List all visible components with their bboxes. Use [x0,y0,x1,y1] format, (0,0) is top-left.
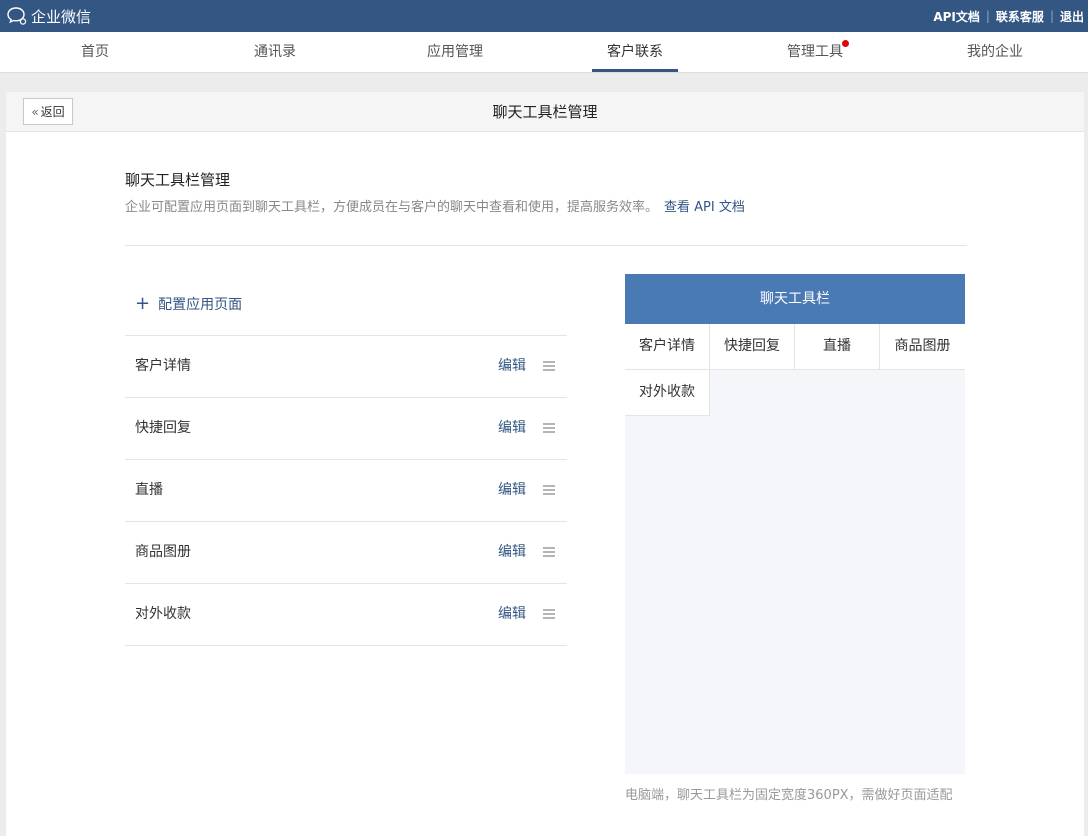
list-item-name: 快捷回复 [135,420,191,436]
main-nav: 首页 通讯录 应用管理 客户联系 管理工具 我的企业 [0,32,1088,73]
back-button-label: 返回 [40,105,65,119]
preview-cell[interactable]: 商品图册 [880,324,965,370]
wecom-logo-icon [7,7,27,25]
page-title: 聊天工具栏管理 [492,103,598,121]
toolbar-item-list: 客户详情 编辑 快捷回复 编辑 直播 编辑 商品图册 编辑 对外收款 编辑 [125,335,567,646]
edit-button[interactable]: 编辑 [498,336,526,396]
top-bar: 企业微信 API文档 | 联系客服 | 退出 [0,0,1088,32]
add-app-page-button[interactable]: + 配置应用页面 [135,292,242,316]
plus-icon: + [135,293,151,314]
notification-dot [842,40,849,47]
edit-button[interactable]: 编辑 [498,398,526,458]
preview-cell[interactable]: 直播 [795,324,880,370]
api-doc-link[interactable]: 查看 API 文档 [664,200,745,215]
add-app-page-label: 配置应用页面 [158,297,243,313]
section-description: 企业可配置应用页面到聊天工具栏，方便成员在与客户的聊天中查看和使用，提高服务效率… [125,196,745,215]
nav-app-management[interactable]: 应用管理 [365,32,545,72]
nav-my-enterprise[interactable]: 我的企业 [905,32,1085,72]
panel-header: 聊天工具栏管理 « 返回 [6,92,1084,132]
edit-button[interactable]: 编辑 [498,584,526,644]
double-chevron-left-icon: « [31,104,39,119]
link-separator: | [1049,9,1054,23]
drag-handle-icon[interactable] [543,609,555,619]
list-item-name: 对外收款 [135,606,191,622]
list-item: 商品图册 编辑 [125,522,567,584]
list-item-name: 客户详情 [135,358,191,374]
logout-link[interactable]: 退出 [1060,8,1084,25]
preview-cell[interactable]: 客户详情 [625,324,710,370]
preview-note: 电脑端，聊天工具栏为固定宽度360PX，需做好页面适配 [625,788,953,803]
nav-management-tools-label: 管理工具 [787,44,843,60]
list-item-name: 商品图册 [135,544,191,560]
list-item: 快捷回复 编辑 [125,398,567,460]
api-docs-link[interactable]: API文档 [933,8,980,25]
top-links: API文档 | 联系客服 | 退出 [933,0,1084,32]
preview-cell[interactable]: 快捷回复 [710,324,795,370]
toolbar-preview: 聊天工具栏 客户详情 快捷回复 直播 商品图册 对外收款 [625,274,965,774]
brand-logo[interactable]: 企业微信 [6,0,91,32]
preview-header: 聊天工具栏 [625,274,965,324]
section-description-text: 企业可配置应用页面到聊天工具栏，方便成员在与客户的聊天中查看和使用，提高服务效率… [125,200,659,215]
drag-handle-icon[interactable] [543,485,555,495]
content-panel: 聊天工具栏管理 « 返回 聊天工具栏管理 企业可配置应用页面到聊天工具栏，方便成… [6,92,1084,836]
back-button[interactable]: « 返回 [23,98,73,125]
list-item: 客户详情 编辑 [125,336,567,398]
edit-button[interactable]: 编辑 [498,522,526,582]
nav-home[interactable]: 首页 [5,32,185,72]
list-item: 直播 编辑 [125,460,567,522]
divider [125,245,967,246]
drag-handle-icon[interactable] [543,547,555,557]
drag-handle-icon[interactable] [543,423,555,433]
preview-cell[interactable]: 对外收款 [625,370,710,416]
preview-grid: 客户详情 快捷回复 直播 商品图册 对外收款 [625,324,965,416]
list-item-name: 直播 [135,482,163,498]
list-item: 对外收款 编辑 [125,584,567,646]
brand-name: 企业微信 [31,7,92,26]
nav-customer-contact[interactable]: 客户联系 [545,32,725,72]
nav-contacts[interactable]: 通讯录 [185,32,365,72]
drag-handle-icon[interactable] [543,361,555,371]
section-title: 聊天工具栏管理 [125,171,231,189]
nav-management-tools[interactable]: 管理工具 [725,32,905,72]
link-separator: | [985,9,990,23]
edit-button[interactable]: 编辑 [498,460,526,520]
contact-support-link[interactable]: 联系客服 [996,8,1044,25]
